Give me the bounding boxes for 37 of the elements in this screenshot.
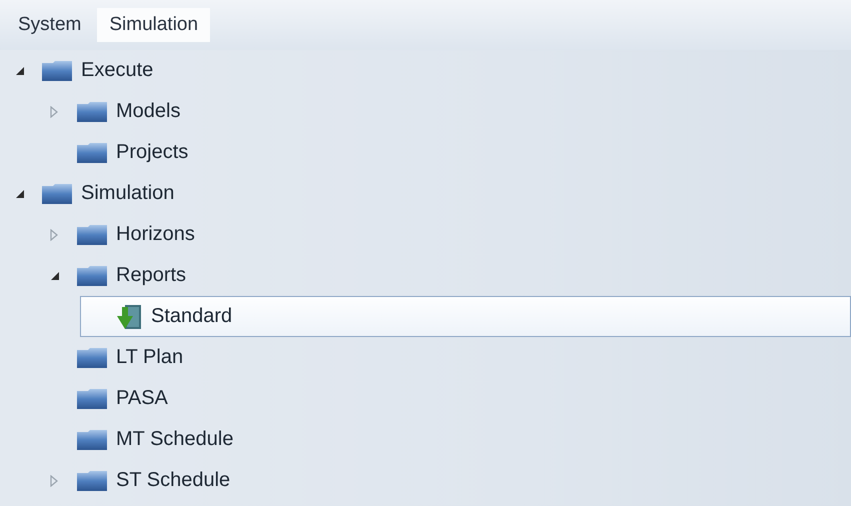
folder-icon — [76, 346, 108, 368]
menu-item[interactable]: System — [10, 9, 90, 41]
folder-icon — [41, 60, 73, 82]
folder-icon — [41, 182, 73, 204]
tree-row[interactable]: Horizons — [45, 214, 851, 255]
tree-label: PASA — [116, 387, 168, 410]
menu-item[interactable]: Simulation — [97, 8, 210, 42]
tree-row[interactable]: MT Schedule — [45, 419, 851, 460]
tree-row[interactable]: Models — [45, 91, 851, 132]
folder-icon — [76, 470, 108, 492]
tree-label: Execute — [81, 59, 154, 82]
tree-row[interactable]: PASA — [45, 378, 851, 419]
tree-label: Models — [116, 100, 180, 123]
folder-icon — [76, 264, 108, 286]
tree-row[interactable]: Standard — [80, 296, 851, 337]
folder-icon — [76, 388, 108, 410]
collapse-arrow-icon[interactable] — [50, 270, 60, 280]
tree-label: Horizons — [116, 223, 195, 246]
folder-icon — [76, 428, 108, 450]
tree-row[interactable]: Simulation — [10, 173, 851, 214]
collapse-arrow-icon[interactable] — [15, 66, 25, 76]
tree-row[interactable]: Reports — [45, 255, 851, 296]
tree-label: Reports — [116, 264, 186, 287]
folder-icon — [76, 224, 108, 246]
tree-label: Projects — [116, 141, 188, 164]
tree-label: ST Schedule — [116, 469, 230, 492]
collapse-arrow-icon[interactable] — [15, 188, 25, 198]
tree-row[interactable]: LT Plan — [45, 337, 851, 378]
folder-icon — [76, 100, 108, 122]
tree-label: Standard — [151, 305, 232, 328]
tree-row[interactable]: ST Schedule — [45, 460, 851, 501]
tree-label: MT Schedule — [116, 428, 234, 451]
tree-row[interactable]: Execute — [10, 50, 851, 91]
tree-label: LT Plan — [116, 346, 184, 369]
folder-icon — [76, 142, 108, 164]
tree-row[interactable]: Projects — [45, 132, 851, 173]
tree-label: Simulation — [81, 182, 174, 205]
